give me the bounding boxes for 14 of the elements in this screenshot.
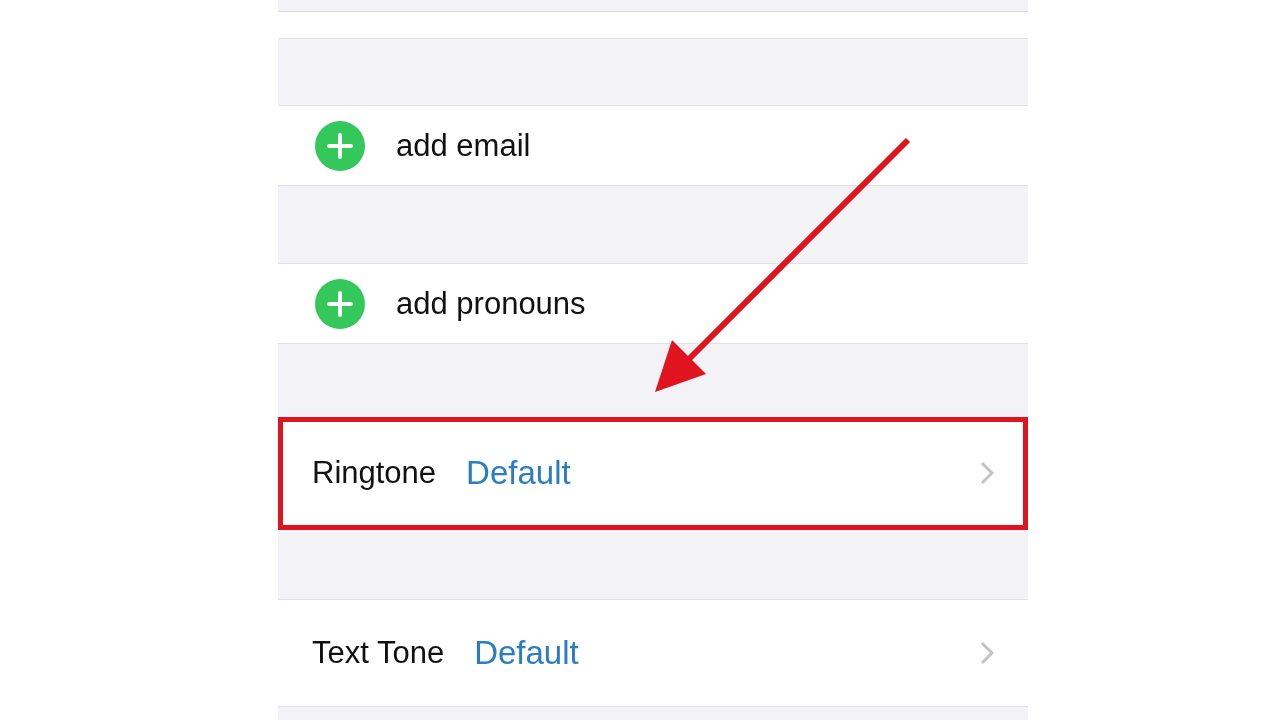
row-label: Ringtone <box>312 455 437 491</box>
row-label: add pronouns <box>396 285 586 322</box>
add-field-row[interactable]: add email <box>278 105 1028 186</box>
row-label: Text Tone <box>312 635 445 671</box>
row-value: Default <box>474 634 579 672</box>
setting-row[interactable]: Ringtone Default <box>278 419 1028 527</box>
row-value: Default <box>466 454 571 492</box>
add-field-row[interactable]: add pronouns <box>278 263 1028 344</box>
setting-row[interactable]: Text Tone Default <box>278 599 1028 707</box>
plus-icon <box>315 278 365 329</box>
chevron-icon <box>980 641 994 665</box>
plus-icon <box>315 120 365 171</box>
row-label: add email <box>396 127 531 164</box>
chevron-icon <box>980 461 994 485</box>
